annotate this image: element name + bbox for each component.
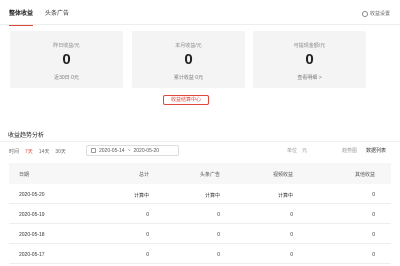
cell-video-income: 0 bbox=[290, 252, 293, 258]
header-video-income: 视频收益 bbox=[272, 172, 293, 178]
cell-other-income: 0 bbox=[372, 232, 375, 238]
cell-other-income: 0 bbox=[372, 212, 375, 218]
filter-14-days[interactable]: 14天 bbox=[39, 148, 50, 155]
table-row: 2020-05-19 0 0 0 0 bbox=[9, 204, 391, 224]
calendar-icon bbox=[91, 148, 96, 153]
card-sub: 累计收益 0元 bbox=[173, 75, 204, 81]
summary-cards: 昨日收益/元 0 近30日 0元 本月收益/元 0 累计收益 0元 可提现金额/… bbox=[10, 31, 390, 88]
cell-video-income: 计算中 bbox=[277, 193, 293, 199]
header-toutiao-ads: 头条广告 bbox=[199, 172, 220, 178]
section-title: 收益趋势分析 bbox=[8, 133, 45, 139]
date-range-picker[interactable]: 2020-05-14 ~ 2020-05-20 bbox=[86, 145, 179, 156]
cell-toutiao-ads: 0 bbox=[217, 232, 220, 238]
card-value: 0 bbox=[62, 51, 71, 68]
card-label: 昨日收益/元 bbox=[53, 43, 80, 49]
table-row: 2020-05-18 0 0 0 0 bbox=[9, 224, 391, 244]
table-header: 日期 总计 头条广告 视频收益 其他收益 bbox=[9, 163, 391, 184]
cell-other-income: 0 bbox=[372, 192, 375, 198]
tab-divider bbox=[0, 24, 400, 25]
cell-total: 0 bbox=[146, 252, 149, 258]
date-end: 2020-05-20 bbox=[133, 147, 160, 154]
date-start: 2020-05-14 bbox=[99, 147, 125, 154]
income-settings-label: 收益设置 bbox=[369, 11, 390, 17]
cell-date: 2020-05-19 bbox=[19, 212, 45, 218]
tab-bar: 整体收益 头条广告 bbox=[9, 9, 69, 26]
cell-total: 0 bbox=[146, 232, 149, 238]
income-settings-link[interactable]: 收益设置 bbox=[361, 10, 390, 17]
cell-other-income: 0 bbox=[372, 252, 375, 258]
card-value: 0 bbox=[305, 51, 314, 68]
card-label: 可提现金额/元 bbox=[293, 43, 326, 49]
yesterday-income-card: 昨日收益/元 0 近30日 0元 bbox=[10, 31, 123, 88]
cell-date: 2020-05-20 bbox=[19, 192, 45, 198]
view-details-link[interactable]: 查看明细 > bbox=[253, 74, 366, 81]
date-separator: ~ bbox=[127, 147, 131, 154]
time-label: 时间 bbox=[9, 148, 20, 155]
card-label: 本月收益/元 bbox=[175, 43, 202, 49]
cell-date: 2020-05-18 bbox=[19, 232, 45, 238]
cell-video-income: 0 bbox=[290, 212, 293, 218]
gear-icon bbox=[361, 10, 368, 17]
table-row: 2020-05-20 计算中 计算中 计算中 0 bbox=[9, 184, 391, 204]
header-other-income: 其他收益 bbox=[354, 172, 375, 178]
data-list-toggle[interactable]: 数据列表 bbox=[366, 147, 386, 154]
filter-7-days[interactable]: 7天 bbox=[25, 148, 33, 155]
month-income-card: 本月收益/元 0 累计收益 0元 bbox=[132, 31, 245, 88]
trend-chart-toggle[interactable]: 趋势图 bbox=[342, 147, 357, 154]
cell-date: 2020-05-17 bbox=[19, 252, 45, 258]
card-sub: 近30日 0元 bbox=[54, 75, 79, 81]
filter-30-days[interactable]: 30天 bbox=[55, 148, 66, 155]
cell-toutiao-ads: 0 bbox=[217, 252, 220, 258]
unit-value: 元 bbox=[302, 148, 308, 154]
cell-total: 计算中 bbox=[133, 193, 149, 199]
cell-total: 0 bbox=[146, 212, 149, 218]
header-date: 日期 bbox=[19, 172, 30, 178]
card-value: 0 bbox=[184, 51, 193, 68]
cell-toutiao-ads: 0 bbox=[217, 212, 220, 218]
settlement-center-button[interactable]: 收益结算中心 bbox=[163, 95, 209, 105]
header-total: 总计 bbox=[138, 172, 149, 178]
cell-toutiao-ads: 计算中 bbox=[204, 193, 220, 199]
unit-label: 单位 bbox=[287, 148, 298, 154]
cell-video-income: 0 bbox=[290, 232, 293, 238]
tab-toutiao-ads[interactable]: 头条广告 bbox=[45, 9, 69, 23]
time-filters: 时间 7天 14天 30天 bbox=[9, 147, 72, 155]
tab-overall-income[interactable]: 整体收益 bbox=[9, 9, 34, 26]
table-row: 2020-05-17 0 0 0 0 bbox=[9, 244, 391, 264]
withdrawable-card: 可提现金额/元 0 查看明细 > bbox=[253, 31, 366, 88]
section-divider bbox=[0, 141, 400, 142]
